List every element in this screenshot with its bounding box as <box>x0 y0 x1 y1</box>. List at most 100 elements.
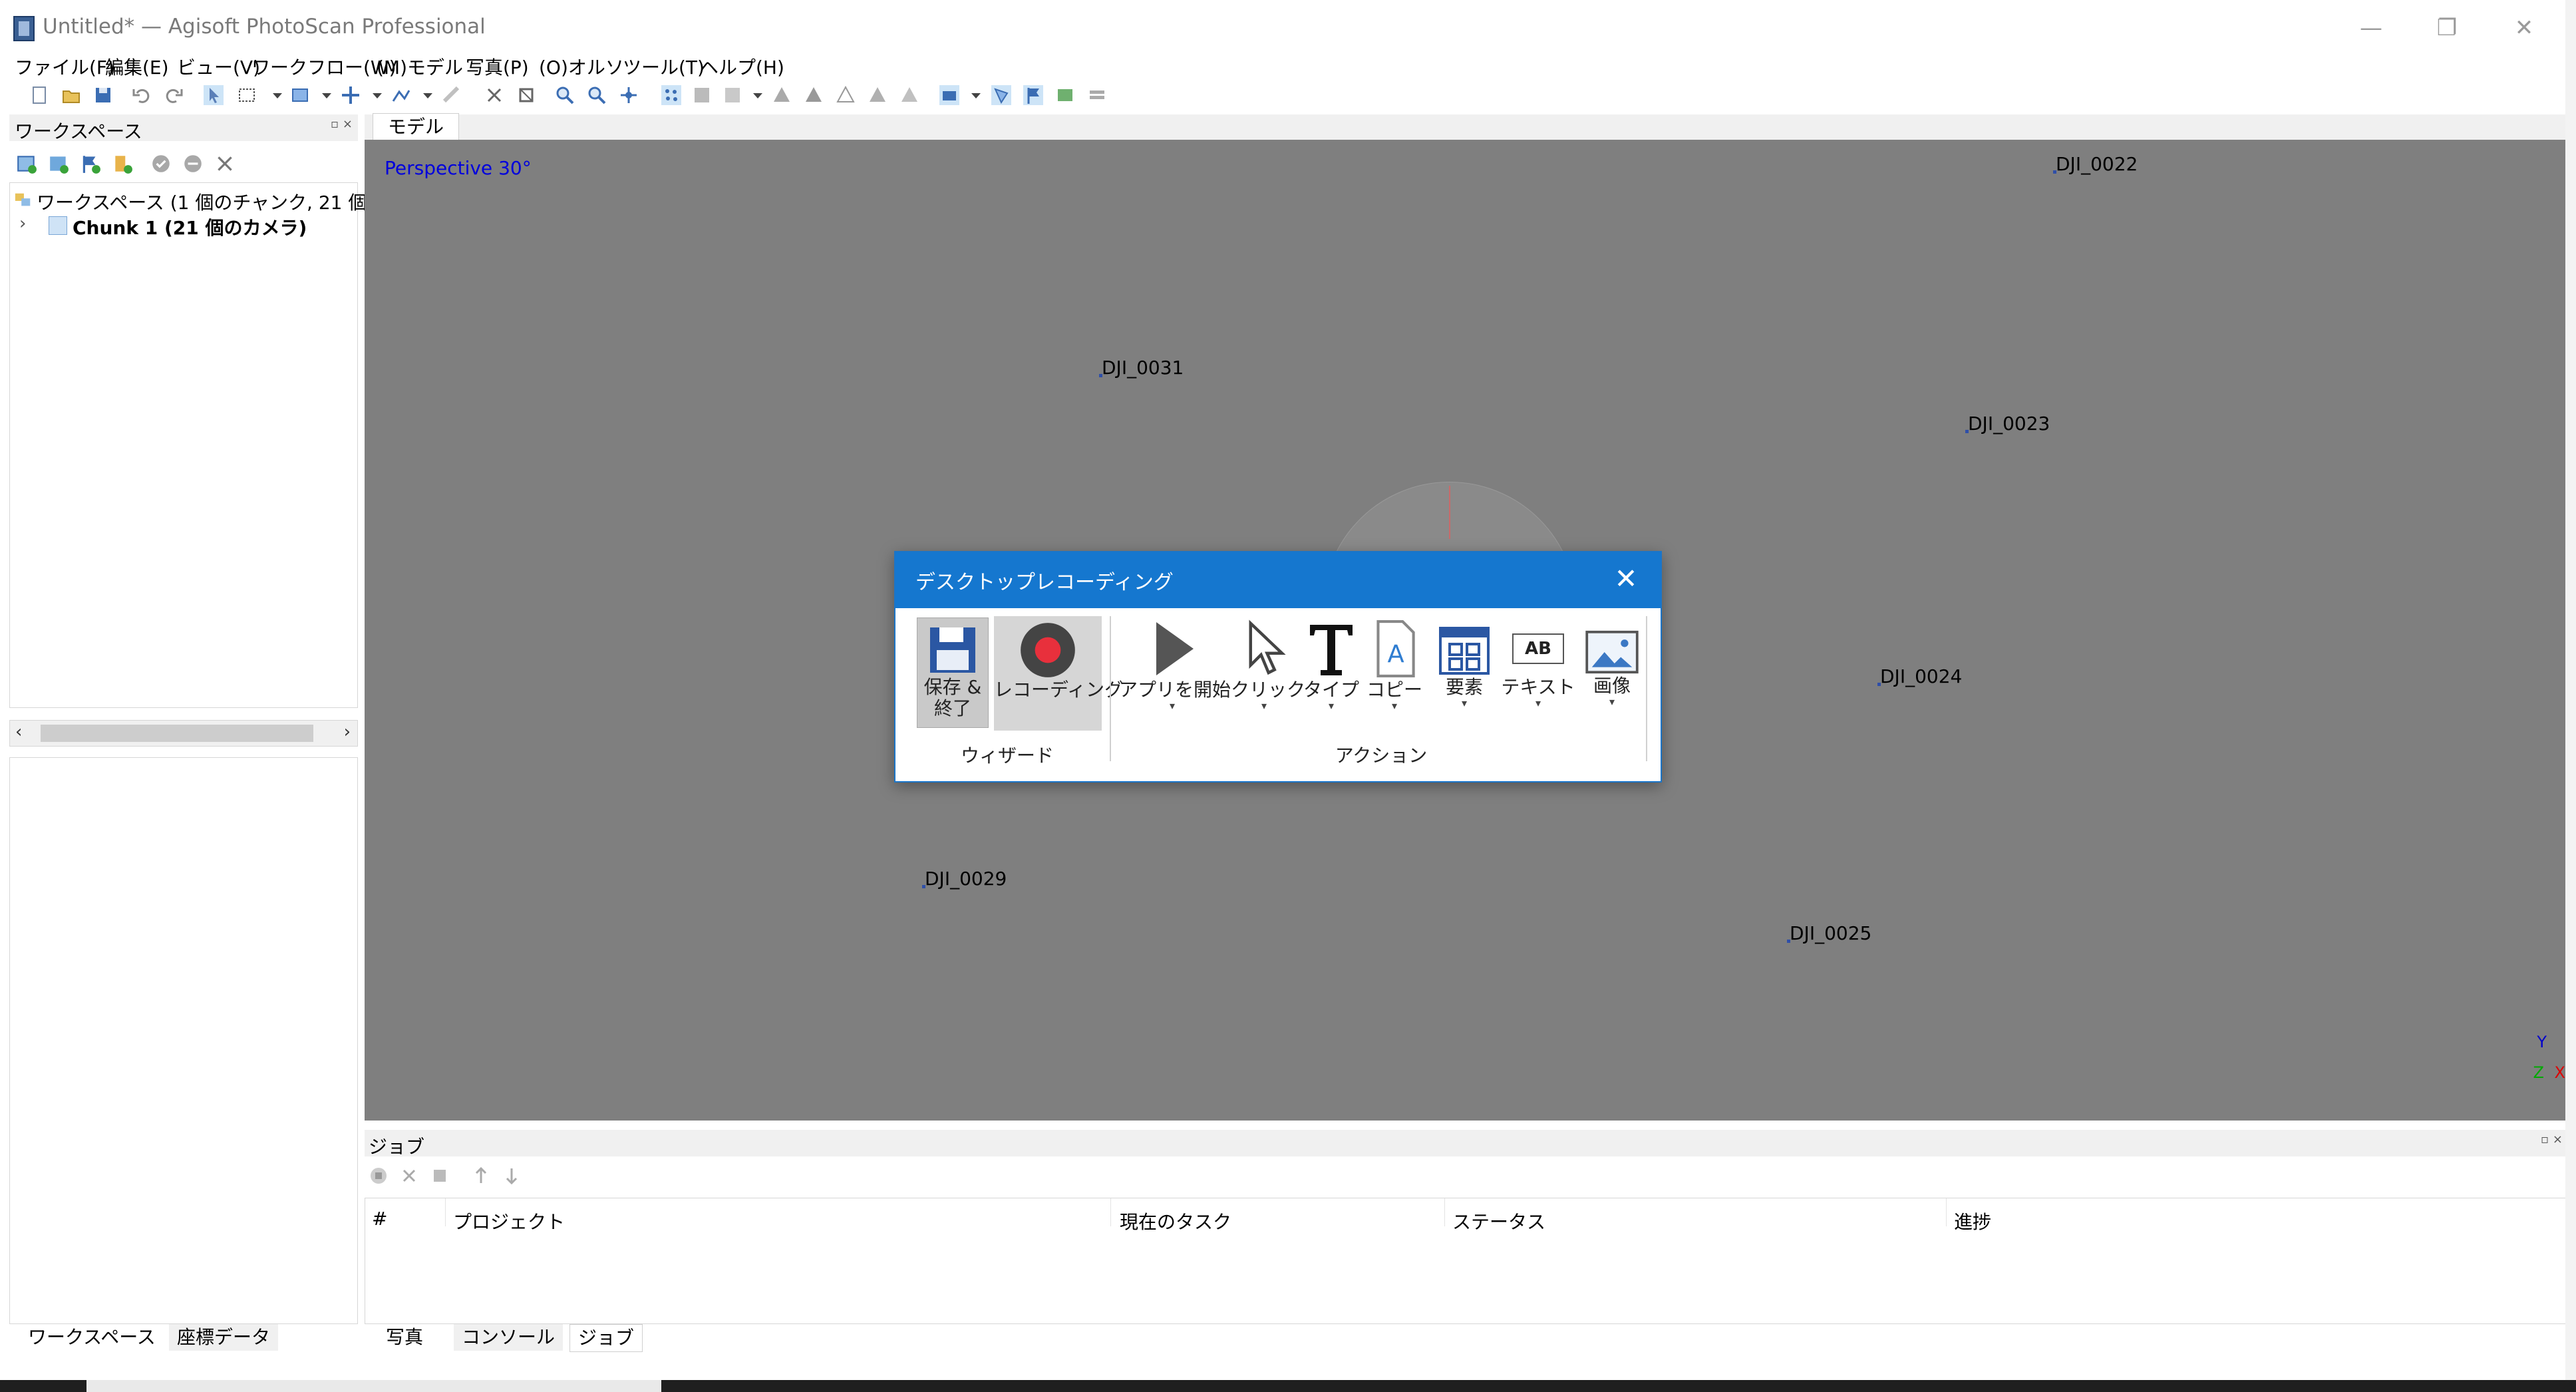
chevron-right-icon[interactable]: › <box>19 214 26 234</box>
chunk-item[interactable]: Chunk 1 (21 個のカメラ) <box>73 214 307 240</box>
minimize-button[interactable]: — <box>2344 9 2398 47</box>
clear-icon[interactable] <box>430 1166 450 1186</box>
save-icon[interactable] <box>93 85 113 105</box>
tab-photos[interactable]: 写真 <box>378 1324 431 1351</box>
dialog-title-bar[interactable]: デスクトップレコーディング ✕ <box>895 552 1661 608</box>
menu-tools[interactable]: ツール(T) <box>623 53 705 80</box>
scroll-left-icon[interactable]: ‹ <box>15 722 22 742</box>
remove-icon[interactable] <box>214 153 236 174</box>
camera-label[interactable]: DJI_0029 <box>921 868 1007 890</box>
scroll-right-icon[interactable]: › <box>344 722 351 742</box>
show-images-icon[interactable] <box>1055 85 1075 105</box>
click-button[interactable]: クリック ▾ <box>1231 616 1305 711</box>
model-wireframe-icon[interactable] <box>836 85 856 105</box>
menu-help[interactable]: ヘルプ(H) <box>700 53 784 80</box>
chevron-down-icon[interactable]: ▾ <box>1300 701 1363 711</box>
tab-model[interactable]: モデル <box>373 113 460 140</box>
reset-view-icon[interactable] <box>619 85 639 105</box>
camera-label[interactable]: DJI_0022 <box>2052 153 2138 175</box>
zoom-out-icon[interactable] <box>587 85 607 105</box>
dialog-close-icon[interactable]: ✕ <box>1607 560 1645 598</box>
remove-icon[interactable] <box>399 1166 419 1186</box>
move-up-icon[interactable] <box>471 1166 491 1186</box>
tab-workspace[interactable]: ワークスペース <box>20 1324 164 1351</box>
column-header-current-task[interactable]: 現在のタスク <box>1120 1208 1231 1234</box>
menu-model[interactable]: (M)モデル <box>377 53 463 80</box>
start-app-button[interactable]: アプリを開始 ▾ <box>1119 616 1231 711</box>
show-region-icon[interactable] <box>991 85 1011 105</box>
enable-icon[interactable] <box>150 153 172 174</box>
add-photos-icon[interactable] <box>48 153 69 174</box>
redo-icon[interactable] <box>164 85 184 105</box>
polyline-icon[interactable] <box>391 85 411 105</box>
chevron-down-icon[interactable]: ▾ <box>1231 701 1297 711</box>
show-markers-icon[interactable] <box>1023 85 1043 105</box>
dense-cloud-icon[interactable] <box>692 85 712 105</box>
menu-photo[interactable]: 写真(P) <box>466 53 529 80</box>
tab-console[interactable]: コンソール <box>454 1324 564 1351</box>
rectangle-select-icon[interactable] <box>237 85 257 105</box>
camera-label[interactable]: DJI_0031 <box>1098 357 1184 379</box>
shaded-icon[interactable] <box>723 85 742 105</box>
chevron-down-icon[interactable]: ▾ <box>1364 701 1425 711</box>
point-cloud-icon[interactable] <box>661 85 681 105</box>
restore-button[interactable]: ❐ <box>2420 9 2474 47</box>
delete-icon[interactable] <box>484 85 504 105</box>
dropdown-icon[interactable] <box>748 85 768 105</box>
camera-label[interactable]: DJI_0024 <box>1877 665 1962 687</box>
zoom-in-icon[interactable] <box>555 85 575 105</box>
show-cameras-icon[interactable] <box>939 85 959 105</box>
column-header-number[interactable]: # <box>372 1208 387 1230</box>
disable-icon[interactable] <box>182 153 204 174</box>
camera-label[interactable]: DJI_0025 <box>1786 922 1871 944</box>
dropdown-icon[interactable] <box>966 85 986 105</box>
type-button[interactable]: タイプ ▾ <box>1300 616 1363 711</box>
chevron-down-icon[interactable]: ▾ <box>1428 698 1501 709</box>
recording-button[interactable]: レコーディング <box>994 616 1123 731</box>
text-button[interactable]: AB テキスト ▾ <box>1501 616 1575 709</box>
image-button[interactable]: 画像 ▾ <box>1575 616 1649 707</box>
navigation-cursor-icon[interactable] <box>204 85 224 105</box>
tab-jobs[interactable]: ジョブ <box>569 1324 643 1352</box>
horizontal-scrollbar[interactable]: ‹ › <box>9 720 358 747</box>
column-header-status[interactable]: ステータス <box>1452 1208 1545 1234</box>
menu-view[interactable]: ビュー(V) <box>177 53 260 80</box>
dropdown-icon[interactable] <box>418 85 438 105</box>
camera-label[interactable]: DJI_0023 <box>1965 413 2050 435</box>
dropdown-icon[interactable] <box>267 85 287 105</box>
column-header-progress[interactable]: 進捗 <box>1954 1208 1991 1234</box>
dropdown-icon[interactable] <box>367 85 387 105</box>
move-icon[interactable] <box>341 85 361 105</box>
open-folder-icon[interactable] <box>61 85 81 105</box>
new-document-icon[interactable] <box>29 85 49 105</box>
panel-float-close-icons[interactable]: ▫ × <box>331 117 353 131</box>
menu-ortho[interactable]: (O)オルソ <box>539 53 624 80</box>
copy-button[interactable]: A コピー ▾ <box>1364 616 1425 711</box>
chevron-down-icon[interactable]: ▾ <box>1575 697 1649 707</box>
move-down-icon[interactable] <box>502 1166 522 1186</box>
show-layers-icon[interactable] <box>1087 85 1107 105</box>
add-marker-icon[interactable] <box>80 153 101 174</box>
tab-reference[interactable]: 座標データ <box>169 1324 279 1351</box>
chevron-down-icon[interactable]: ▾ <box>1119 701 1225 711</box>
menu-edit[interactable]: 編集(E) <box>105 53 169 80</box>
model-textured-icon[interactable] <box>868 85 887 105</box>
dropdown-icon[interactable] <box>317 85 337 105</box>
crop-icon[interactable] <box>516 85 536 105</box>
element-button[interactable]: 要素 ▾ <box>1428 616 1501 709</box>
menu-file[interactable]: ファイル(F) <box>15 53 114 80</box>
add-chunk-icon[interactable] <box>16 153 37 174</box>
model-solid-icon[interactable] <box>804 85 824 105</box>
region-select-icon[interactable] <box>290 85 310 105</box>
save-and-exit-button[interactable]: 保存 & 終了 <box>917 617 989 728</box>
ruler-icon[interactable] <box>442 85 462 105</box>
model-shaded-icon[interactable] <box>772 85 792 105</box>
close-window-button[interactable]: ✕ <box>2497 9 2551 47</box>
chevron-down-icon[interactable]: ▾ <box>1501 698 1575 709</box>
tiled-model-icon[interactable] <box>899 85 919 105</box>
scrollbar-thumb[interactable] <box>41 725 313 742</box>
panel-float-close-icons[interactable]: ▫ × <box>2541 1132 2563 1146</box>
undo-icon[interactable] <box>132 85 152 105</box>
menu-workflow[interactable]: ワークフロー(W) <box>251 53 397 80</box>
column-header-project[interactable]: プロジェクト <box>453 1208 565 1234</box>
